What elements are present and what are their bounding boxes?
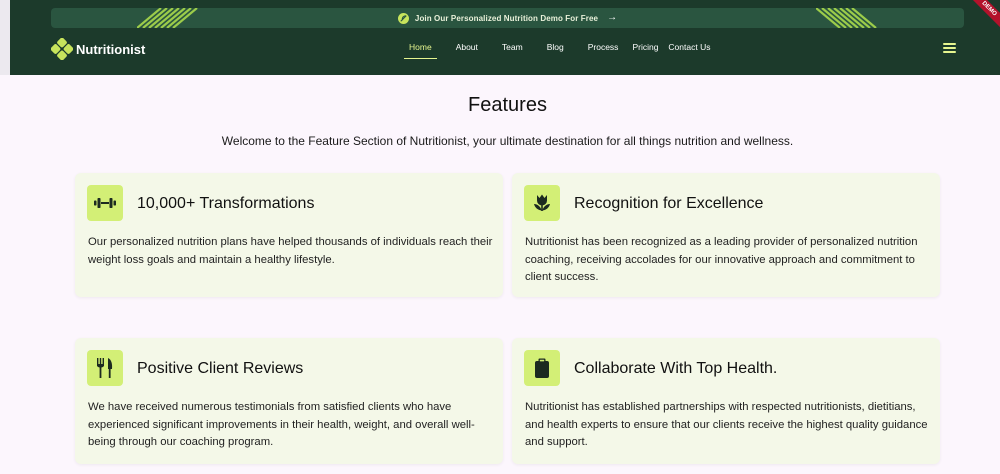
left-edge-strip: [0, 0, 10, 75]
feature-card: 10,000+ Transformations Our personalized…: [75, 173, 503, 297]
promo-text[interactable]: Join Our Personalized Nutrition Demo For…: [415, 14, 598, 23]
brand-name[interactable]: Nutritionist: [76, 42, 145, 57]
clipboard-icon: [524, 350, 560, 386]
site-header: Join Our Personalized Nutrition Demo For…: [10, 0, 1000, 75]
feature-card-title: Collaborate With Top Health.: [574, 360, 778, 377]
feature-card-title: Recognition for Excellence: [574, 195, 764, 212]
dumbbell-icon: [87, 185, 123, 221]
promo-stripes-right-decoration: [816, 8, 877, 28]
arrow-right-icon[interactable]: →: [607, 13, 617, 23]
nav-item-home[interactable]: Home: [404, 42, 437, 59]
features-heading: Features: [468, 94, 547, 116]
clipboard-icon-graphic: [535, 358, 549, 378]
brand-logo[interactable]: Nutritionist: [51, 38, 145, 60]
nav-item-team[interactable]: Team: [497, 42, 528, 52]
feature-card: Collaborate With Top Health. Nutritionis…: [512, 338, 940, 464]
promo-stripes-left-decoration: [137, 8, 198, 28]
tulip-icon: [524, 185, 560, 221]
feature-card-title: 10,000+ Transformations: [137, 195, 315, 212]
hamburger-line: [943, 43, 956, 45]
feature-card: Positive Client Reviews We have received…: [75, 338, 503, 464]
feature-card-title: Positive Client Reviews: [137, 360, 304, 377]
nav-item-blog[interactable]: Blog: [542, 42, 569, 52]
main-nav: Home About Team Blog Process Pricing Con…: [404, 42, 729, 59]
nav-item-process[interactable]: Process: [583, 42, 624, 52]
demo-ribbon: DEMO: [967, 0, 1000, 31]
hamburger-line: [943, 47, 956, 49]
feature-card-body: Nutritionist has been recognized as a le…: [525, 236, 918, 283]
promo-banner[interactable]: Join Our Personalized Nutrition Demo For…: [51, 8, 964, 28]
fork-knife-icon-graphic: [97, 358, 113, 378]
feature-card-body: We have received numerous testimonials f…: [88, 401, 475, 448]
features-intro-text: Welcome to the Feature Section of Nutrit…: [221, 134, 794, 148]
hamburger-menu-icon[interactable]: [943, 43, 956, 53]
feature-card-body: Our personalized nutrition plans have he…: [88, 236, 493, 266]
nutrition-logo-icon: [51, 38, 73, 60]
feature-card: Recognition for Excellence Nutritionist …: [512, 173, 940, 297]
feature-card-body: Nutritionist has established partnership…: [525, 401, 928, 448]
nav-item-about[interactable]: About: [451, 42, 483, 52]
nav-item-pricing[interactable]: Pricing: [627, 42, 663, 52]
fork-knife-icon: [87, 350, 123, 386]
dumbbell-icon-graphic: [94, 198, 116, 208]
leaf-icon: [397, 12, 409, 24]
hamburger-line: [943, 51, 956, 53]
tulip-icon-graphic: [534, 194, 550, 211]
nav-item-contact-us[interactable]: Contact Us: [663, 42, 715, 52]
